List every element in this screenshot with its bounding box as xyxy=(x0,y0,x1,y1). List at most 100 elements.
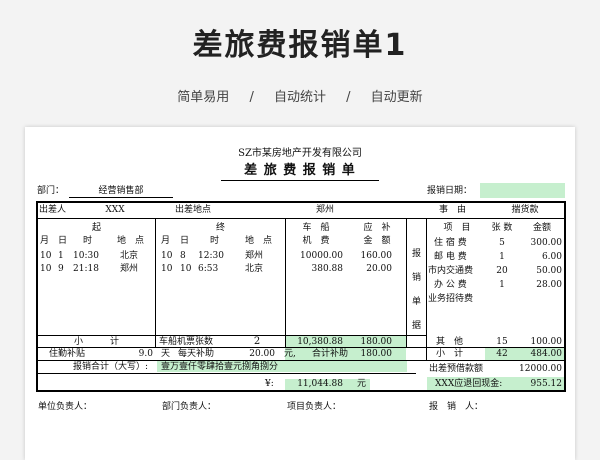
refund-label: XXX应退回现金: xyxy=(435,379,503,389)
page-title: 差旅费报销单1 xyxy=(192,28,408,63)
item-lodging: 住 宿 费 xyxy=(434,238,467,248)
expense-form-sheet: SZ市某房地产开发有限公司 差 旅 费 报 销 单 部门： 经营销售部 报销日期… xyxy=(25,127,575,460)
trip2-fare: 380.88 xyxy=(311,264,344,274)
yen-label: ¥: xyxy=(265,379,274,389)
items-header-name: 项 目 xyxy=(443,223,471,233)
dep-day-header: 日 xyxy=(58,236,68,246)
receipts-char-4: 据 xyxy=(412,321,422,331)
item-entertainment: 业务招待费 xyxy=(428,294,474,304)
trip2-arr-place: 北京 xyxy=(245,264,264,274)
place-value[interactable]: 郑州 xyxy=(225,205,425,216)
date-field[interactable] xyxy=(480,183,565,198)
trip2-allow: 20.00 xyxy=(366,264,392,274)
dep-month-header: 月 xyxy=(40,236,50,246)
item-lodging-count: 5 xyxy=(499,238,505,248)
item-lodging-amount: 300.00 xyxy=(530,238,563,248)
signer-project: 项目负责人： xyxy=(287,402,342,412)
yuan-label: 元 xyxy=(357,379,367,389)
trip1-fare: 10000.00 xyxy=(300,251,343,261)
feature-list: 简单易用 / 自动统计 / 自动更新 xyxy=(0,86,600,105)
fare-header-1: 车 船 xyxy=(302,223,330,233)
day-unit: 天 xyxy=(161,349,171,359)
trip2-arr-month: 10 xyxy=(161,264,173,274)
heading-underline xyxy=(221,180,379,181)
item-local-transport-amount: 50.00 xyxy=(536,266,562,276)
trip1-dep-day: 1 xyxy=(58,251,64,261)
signer-dept: 部门负责人： xyxy=(162,402,217,412)
trip1-arr-day: 8 xyxy=(180,251,186,261)
item-postal-amount: 6.00 xyxy=(541,252,562,262)
other-count: 15 xyxy=(496,337,508,347)
arr-place-header: 地 点 xyxy=(245,236,273,246)
sub2-label: 小 计 xyxy=(436,349,464,359)
advance-label: 出差预借款额 xyxy=(429,364,484,374)
ticket-count: 2 xyxy=(253,336,261,347)
items-header-count: 张 数 xyxy=(491,223,513,233)
feature-auto-stats: 自动统计 xyxy=(273,90,326,105)
trip2-dep-day: 9 xyxy=(58,264,64,274)
dept-label: 部门： xyxy=(37,186,65,196)
allow-header-2: 金 额 xyxy=(363,236,391,246)
per-day: 20.00 xyxy=(249,349,275,359)
feature-easy: 简单易用 xyxy=(177,90,230,105)
trip1-dep-place: 北京 xyxy=(120,251,139,261)
departure-header: 起 xyxy=(91,223,101,233)
date-label: 报销日期： xyxy=(427,186,473,196)
place-label: 出差地点 xyxy=(175,205,212,215)
item-local-transport: 市内交通费 xyxy=(428,266,474,276)
per-day-label: 每天补助 xyxy=(178,349,215,359)
total-num: 11,044.88 xyxy=(297,379,343,389)
company-name: SZ市某房地产开发有限公司 xyxy=(238,148,362,159)
trip2-dep-place: 郑州 xyxy=(120,264,139,274)
item-postal: 邮 电 费 xyxy=(434,252,467,262)
total-allow: 180.00 xyxy=(360,349,393,359)
receipts-char-1: 报 xyxy=(412,249,422,259)
trip1-arr-time: 12:30 xyxy=(198,251,224,261)
dept-underline xyxy=(69,197,173,198)
feature-separator: / xyxy=(346,90,351,105)
item-office: 办 公 费 xyxy=(434,280,467,290)
yuan-comma: 元, xyxy=(284,349,296,359)
item-office-amount: 28.00 xyxy=(536,280,562,290)
trip1-dep-time: 10:30 xyxy=(73,251,99,261)
allow-header-1: 应 补 xyxy=(363,223,391,233)
other-label: 其 他 xyxy=(436,337,464,347)
dep-place-header: 地 点 xyxy=(117,236,145,246)
ticket-count-label: 车船机票张数 xyxy=(159,337,214,347)
arrival-header: 终 xyxy=(215,223,225,233)
trip2-arr-time: 6:53 xyxy=(198,264,219,274)
total-upper: 壹万壹仟零肆拾壹元捌角捌分 xyxy=(161,362,279,372)
refund: 955.12 xyxy=(530,379,563,389)
signer-unit: 单位负责人： xyxy=(38,402,93,412)
trip1-dep-month: 10 xyxy=(40,251,52,261)
arr-time-header: 时 xyxy=(210,236,220,246)
signer-claimant: 报 销 人： xyxy=(429,402,484,412)
reason-label: 事 由 xyxy=(439,205,467,215)
trip2-dep-time: 21:18 xyxy=(73,264,99,274)
advance: 12000.00 xyxy=(519,364,562,374)
traveler-label: 出差人 xyxy=(39,205,67,215)
reason-value[interactable]: 揣货款 xyxy=(487,205,563,216)
stay-label: 住勤补贴 xyxy=(49,349,86,359)
sub2-amount: 484.00 xyxy=(530,349,563,359)
arr-month-header: 月 xyxy=(161,236,171,246)
receipts-char-3: 单 xyxy=(412,297,422,307)
feature-auto-update: 自动更新 xyxy=(370,90,423,105)
item-postal-count: 1 xyxy=(499,252,505,262)
trip1-allow: 160.00 xyxy=(360,251,393,261)
fare-header-2: 机 费 xyxy=(302,236,330,246)
receipts-char-2: 销 xyxy=(412,273,422,283)
sub2-count: 42 xyxy=(496,349,508,359)
fare-total: 10,380.88 xyxy=(297,337,343,347)
item-local-transport-count: 20 xyxy=(496,266,508,276)
traveler-value[interactable]: XXX xyxy=(75,205,155,216)
allow-total: 180.00 xyxy=(360,337,393,347)
arr-day-header: 日 xyxy=(180,236,190,246)
form-heading: 差 旅 费 报 销 单 xyxy=(244,163,356,178)
other-amount: 100.00 xyxy=(530,337,563,347)
feature-separator: / xyxy=(249,90,254,105)
item-office-count: 1 xyxy=(499,280,505,290)
dep-time-header: 时 xyxy=(83,236,93,246)
dept-value[interactable]: 经营销售部 xyxy=(73,186,169,197)
trip1-arr-month: 10 xyxy=(161,251,173,261)
